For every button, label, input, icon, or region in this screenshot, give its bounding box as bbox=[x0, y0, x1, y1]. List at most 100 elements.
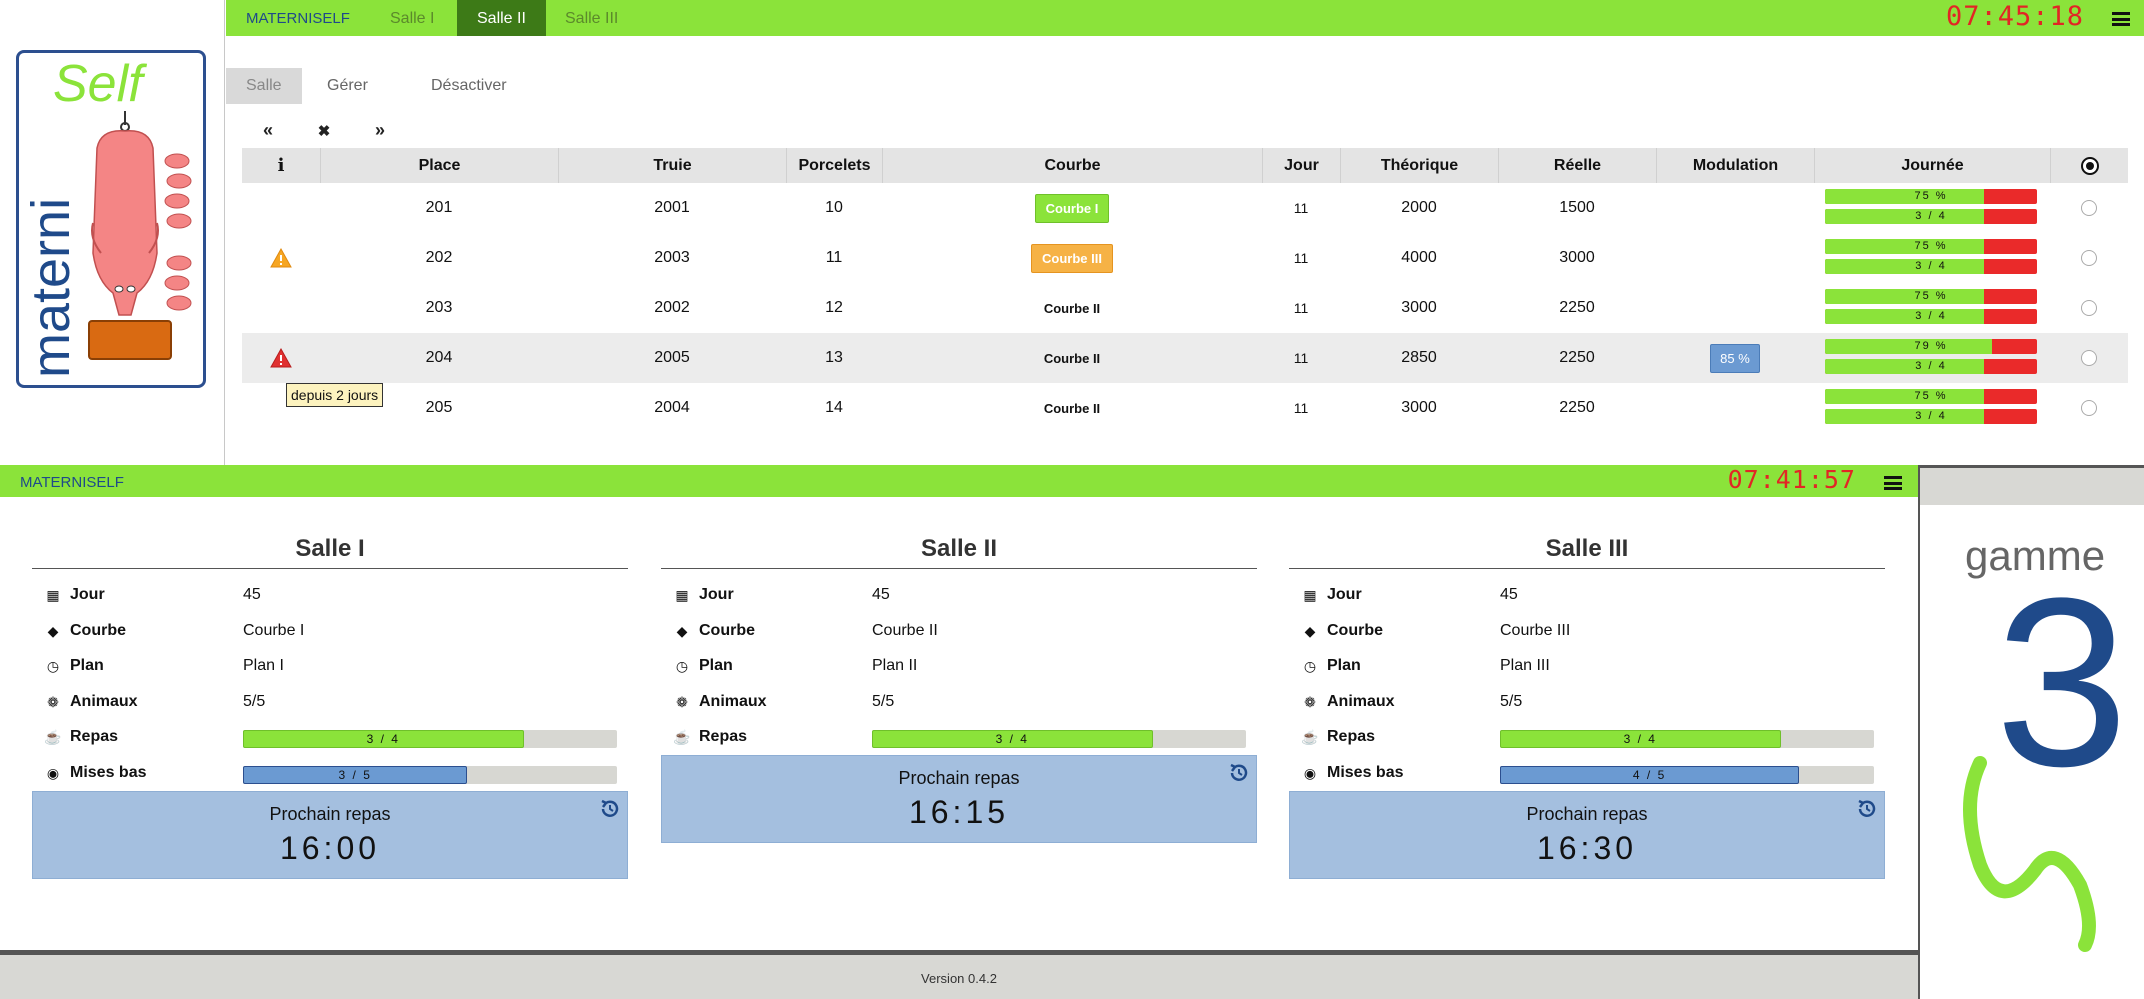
col-jour[interactable]: Jour bbox=[1262, 148, 1340, 183]
paw-icon: ❁ bbox=[1304, 693, 1316, 710]
row-select-radio[interactable] bbox=[2081, 300, 2097, 316]
row-select-radio[interactable] bbox=[2081, 400, 2097, 416]
table-row[interactable]: 205 2004 14 Courbe II 11 3000 2250 75 % … bbox=[242, 383, 2128, 433]
version-label: Version 0.4.2 bbox=[921, 971, 997, 986]
col-porcelets[interactable]: Porcelets bbox=[786, 148, 882, 183]
courbe-label[interactable]: Courbe II bbox=[1044, 301, 1100, 316]
prev-page-button[interactable]: « bbox=[258, 120, 278, 141]
animaux-label: Animaux bbox=[70, 692, 138, 710]
theorique-cell: 2850 bbox=[1401, 349, 1437, 366]
salle-title[interactable]: Salle I bbox=[32, 535, 628, 569]
col-modulation[interactable]: Modulation bbox=[1656, 148, 1814, 183]
next-meal-box: Prochain repas 16:15 bbox=[661, 755, 1257, 843]
porcelets-cell: 10 bbox=[825, 199, 843, 216]
jour-value: 45 bbox=[872, 586, 890, 603]
place-cell: 203 bbox=[425, 299, 453, 316]
truie-cell: 2004 bbox=[654, 399, 690, 416]
theorique-cell: 3000 bbox=[1401, 299, 1437, 316]
logo-materni-text: materni bbox=[21, 198, 81, 378]
next-meal-box: Prochain repas 16:30 bbox=[1289, 791, 1885, 879]
repas-progress: 3 / 4 bbox=[872, 730, 1246, 748]
history-icon[interactable] bbox=[1228, 762, 1250, 784]
table-row[interactable]: 203 2002 12 Courbe II 11 3000 2250 75 % … bbox=[242, 283, 2128, 333]
next-meal-time: 16:30 bbox=[1536, 830, 1638, 866]
reelle-cell: 1500 bbox=[1559, 199, 1595, 216]
theorique-cell: 4000 bbox=[1401, 249, 1437, 266]
plan-value: Plan I bbox=[243, 657, 284, 674]
menu-icon[interactable] bbox=[2112, 12, 2130, 26]
courbe-badge[interactable]: Courbe I bbox=[1034, 193, 1110, 223]
mises-bas-progress: 4 / 5 bbox=[1500, 765, 1874, 784]
top-clock: 07:45:18 bbox=[1945, 1, 2084, 32]
next-meal-label: Prochain repas bbox=[898, 768, 1020, 788]
tab-salle-i[interactable]: Salle I bbox=[370, 0, 454, 36]
history-icon[interactable] bbox=[1856, 798, 1878, 820]
tab-salle-iii[interactable]: Salle III bbox=[545, 0, 638, 36]
subtab-salle[interactable]: Salle bbox=[226, 68, 302, 104]
table-row[interactable]: 201 2001 10 Courbe I 11 2000 1500 75 % 3… bbox=[242, 183, 2128, 233]
calendar-icon: ▦ bbox=[1303, 587, 1317, 603]
reelle-cell: 2250 bbox=[1559, 299, 1595, 316]
tab-salle-ii[interactable]: Salle II bbox=[457, 0, 546, 36]
courbe-label: Courbe bbox=[1327, 621, 1383, 639]
repas-label: Repas bbox=[70, 728, 119, 745]
salle-title[interactable]: Salle II bbox=[661, 535, 1257, 569]
tag-icon: ◆ bbox=[47, 622, 59, 639]
col-journee[interactable]: Journée bbox=[1814, 148, 2050, 183]
salle-title[interactable]: Salle III bbox=[1289, 535, 1885, 569]
dashboard-window: MATERNISELF 07:41:57 Salle I ▦ Jour 45 ◆ Co… bbox=[0, 465, 1918, 999]
reelle-cell: 2250 bbox=[1559, 399, 1595, 416]
info-column-header: i bbox=[277, 155, 285, 176]
journee-bars: 75 % 3 / 4 bbox=[1825, 389, 2037, 429]
calendar-icon: ▦ bbox=[46, 587, 60, 603]
col-theorique[interactable]: Théorique bbox=[1340, 148, 1498, 183]
salle-panel: Salle II ▦ Jour 45 ◆ Courbe Courbe II ◷ Plan P… bbox=[661, 535, 1257, 843]
courbe-badge[interactable]: Courbe III bbox=[1031, 243, 1113, 273]
subtab-desactiver[interactable]: Désactiver bbox=[411, 68, 527, 104]
courbe-label[interactable]: Courbe II bbox=[1044, 351, 1100, 366]
courbe-label: Courbe bbox=[699, 621, 755, 639]
col-truie[interactable]: Truie bbox=[558, 148, 786, 183]
row-select-radio[interactable] bbox=[2081, 350, 2097, 366]
next-page-button[interactable]: » bbox=[370, 120, 390, 141]
jour-cell: 11 bbox=[1293, 400, 1309, 416]
jour-value: 45 bbox=[243, 586, 261, 603]
row-select-radio[interactable] bbox=[2081, 200, 2097, 216]
plan-value: Plan III bbox=[1500, 657, 1550, 674]
col-place[interactable]: Place bbox=[320, 148, 558, 183]
history-icon[interactable] bbox=[599, 798, 621, 820]
cup-icon: ☕ bbox=[44, 729, 62, 745]
row-select-radio[interactable] bbox=[2081, 250, 2097, 266]
alert-tooltip: depuis 2 jours bbox=[286, 383, 384, 407]
table-row[interactable]: 204 2005 13 Courbe II 11 2850 2250 85 % … bbox=[242, 333, 2128, 383]
modulation-badge[interactable]: 85 % bbox=[1710, 343, 1760, 373]
ration-progress: 75 % bbox=[1825, 289, 2037, 304]
porcelets-cell: 13 bbox=[825, 349, 843, 366]
courbe-label[interactable]: Courbe II bbox=[1044, 401, 1100, 416]
select-all-radio[interactable] bbox=[2080, 156, 2099, 175]
truie-cell: 2001 bbox=[654, 199, 690, 216]
plan-label: Plan bbox=[699, 657, 733, 674]
jour-cell: 11 bbox=[1293, 250, 1309, 266]
alert-icon[interactable] bbox=[242, 333, 320, 383]
ration-progress: 79 % bbox=[1825, 339, 2037, 354]
menu-icon[interactable] bbox=[1884, 476, 1902, 490]
footer: Version 0.4.2 bbox=[0, 950, 1918, 999]
warning-icon[interactable] bbox=[242, 233, 320, 283]
target-icon: ◉ bbox=[1303, 764, 1317, 781]
repas-progress: 3 / 4 bbox=[243, 730, 617, 748]
brand-link[interactable]: MATERNISELF bbox=[246, 10, 350, 27]
gamme-s3-panel: gamme 3 bbox=[1918, 465, 2144, 999]
subtab-gerer[interactable]: Gérer bbox=[307, 68, 388, 104]
col-reelle[interactable]: Réelle bbox=[1498, 148, 1656, 183]
porcelets-cell: 12 bbox=[825, 299, 843, 316]
cup-icon: ☕ bbox=[673, 729, 691, 745]
close-icon[interactable]: ✖ bbox=[314, 122, 334, 140]
table-row[interactable]: 202 2003 11 Courbe III 11 4000 3000 75 %… bbox=[242, 233, 2128, 283]
place-cell: 201 bbox=[425, 199, 453, 216]
journee-bars: 79 % 3 / 4 bbox=[1825, 339, 2037, 379]
col-courbe[interactable]: Courbe bbox=[882, 148, 1262, 183]
brand-link[interactable]: MATERNISELF bbox=[20, 474, 124, 491]
paw-icon: ❁ bbox=[676, 693, 688, 710]
clock-icon: ◷ bbox=[46, 658, 60, 674]
